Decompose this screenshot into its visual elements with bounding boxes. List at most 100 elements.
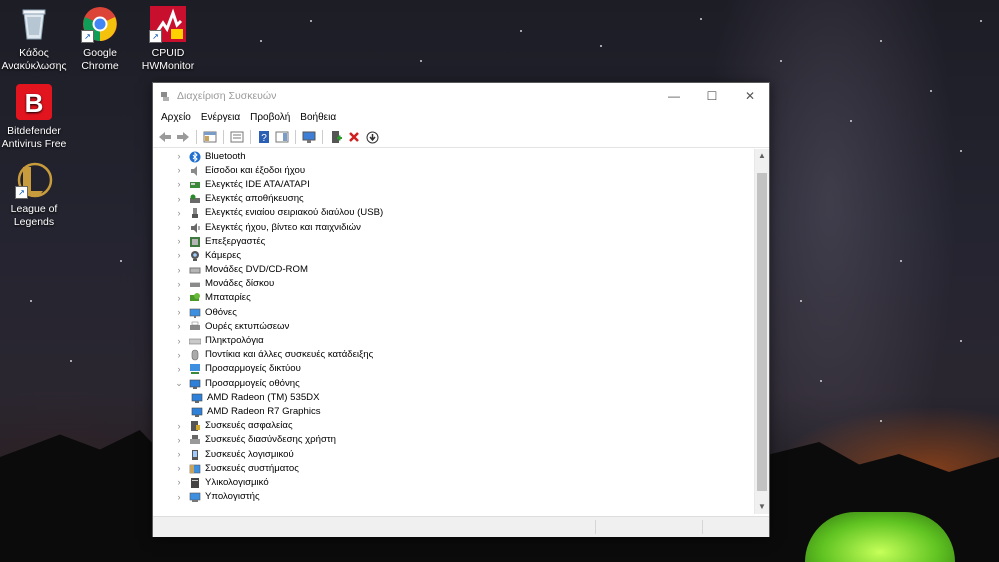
expand-chevron-icon[interactable]: › — [174, 293, 184, 303]
menu-action[interactable]: Ενέργεια — [196, 112, 245, 123]
back-icon[interactable] — [157, 129, 173, 145]
device-category[interactable]: › Μπαταρίες — [153, 291, 754, 305]
expand-chevron-icon[interactable]: › — [174, 208, 184, 218]
desktop-icon-hwmonitor[interactable]: ↗ CPUID HWMonitor — [130, 5, 206, 72]
expand-chevron-icon[interactable]: › — [174, 492, 184, 502]
window-title: Διαχείριση Συσκευών — [177, 90, 277, 102]
device-tree-label: Ελεγκτές αποθήκευσης — [205, 193, 304, 205]
device-category[interactable]: › Μονάδες DVD/CD-ROM — [153, 263, 754, 277]
star — [800, 300, 802, 302]
expand-chevron-icon[interactable]: › — [174, 194, 184, 204]
device-tree-label: Υπολογιστής — [205, 491, 260, 503]
close-button[interactable]: ✕ — [731, 83, 769, 109]
expand-chevron-icon[interactable]: › — [174, 336, 184, 346]
device-category[interactable]: › Συσκευές λογισμικού — [153, 447, 754, 461]
device-category[interactable]: › Ελεγκτές IDE ATA/ATAPI — [153, 177, 754, 191]
scrollbar-thumb[interactable] — [757, 173, 767, 491]
device-tree-item[interactable]: AMD Radeon (TM) 535DX — [153, 390, 754, 404]
display-adapter-icon — [191, 392, 203, 403]
device-manager-window[interactable]: Διαχείριση Συσκευών — ☐ ✕ Αρχείο Ενέργει… — [152, 82, 770, 537]
device-category[interactable]: › Κάμερες — [153, 248, 754, 262]
desktop-icon-bitdefender[interactable]: B Bitdefender Antivirus Free — [0, 83, 72, 150]
device-category[interactable]: › Οθόνες — [153, 305, 754, 319]
desktop-icon-chrome[interactable]: ↗ Google Chrome — [62, 5, 138, 72]
action-pane-icon[interactable] — [274, 129, 290, 145]
menu-view[interactable]: Προβολή — [245, 112, 295, 123]
device-tree-label: Ελεγκτές IDE ATA/ATAPI — [205, 178, 310, 190]
toolbar-separator — [295, 130, 296, 144]
menu-help[interactable]: Βοήθεια — [295, 112, 341, 123]
collapse-chevron-icon[interactable]: ⌄ — [174, 378, 184, 389]
device-tree-label: AMD Radeon (TM) 535DX — [207, 391, 320, 403]
menu-file[interactable]: Αρχείο — [156, 112, 196, 123]
device-category[interactable]: › Ελεγκτές ήχου, βίντεο και παιχνιδιών — [153, 220, 754, 234]
star — [900, 260, 902, 262]
expand-chevron-icon[interactable]: › — [174, 421, 184, 431]
scroll-down-arrow[interactable]: ▼ — [755, 500, 769, 514]
expand-chevron-icon[interactable]: › — [174, 279, 184, 289]
title-bar[interactable]: Διαχείριση Συσκευών — ☐ ✕ — [153, 83, 769, 109]
star — [310, 20, 312, 22]
expand-chevron-icon[interactable]: › — [174, 321, 184, 331]
star — [600, 45, 602, 47]
device-category[interactable]: › Ελεγκτές ενιαίου σειριακού διαύλου (USB… — [153, 206, 754, 220]
device-category[interactable]: › Είσοδοι και έξοδοι ήχου — [153, 163, 754, 177]
scroll-up-arrow[interactable]: ▲ — [755, 149, 769, 163]
properties-icon[interactable] — [229, 129, 245, 145]
device-category[interactable]: › Bluetooth — [153, 149, 754, 163]
expand-chevron-icon[interactable]: › — [174, 265, 184, 275]
maximize-button[interactable]: ☐ — [693, 83, 731, 109]
device-category[interactable]: › Υπολογιστής — [153, 490, 754, 504]
forward-icon[interactable] — [175, 129, 191, 145]
device-tree[interactable]: › Bluetooth › Είσοδοι και έξοδοι ήχου › Ελεγκ… — [153, 149, 754, 514]
device-category[interactable]: ⌄ Προσαρμογείς οθόνης — [153, 376, 754, 390]
expand-chevron-icon[interactable]: › — [174, 307, 184, 317]
expand-chevron-icon[interactable]: › — [174, 477, 184, 487]
network-adapter-icon — [189, 363, 201, 375]
svg-text:B: B — [25, 88, 44, 118]
device-category[interactable]: › Μονάδες δίσκου — [153, 277, 754, 291]
ide-controller-icon — [189, 179, 201, 190]
minimize-button[interactable]: — — [655, 83, 693, 109]
device-category[interactable]: › Προσαρμογείς δικτύου — [153, 362, 754, 376]
device-tree-label: Bluetooth — [205, 150, 246, 162]
hid-icon — [189, 434, 201, 445]
printer-icon — [189, 321, 201, 332]
scan-hardware-icon[interactable] — [301, 129, 317, 145]
hwmonitor-icon: ↗ — [149, 5, 187, 43]
device-category[interactable]: › Συσκευές ασφαλείας — [153, 419, 754, 433]
expand-chevron-icon[interactable]: › — [174, 236, 184, 246]
device-tree-item[interactable]: AMD Radeon R7 Graphics — [153, 404, 754, 418]
help-icon[interactable]: ? — [256, 129, 272, 145]
expand-chevron-icon[interactable]: › — [174, 179, 184, 189]
device-category[interactable]: › Ουρές εκτυπώσεων — [153, 319, 754, 333]
expand-chevron-icon[interactable]: › — [174, 165, 184, 175]
desktop-icon-league[interactable]: ↗ League of Legends — [0, 161, 72, 228]
device-category[interactable]: › Πληκτρολόγια — [153, 333, 754, 347]
uninstall-icon[interactable] — [346, 129, 362, 145]
device-tree-label: Ουρές εκτυπώσεων — [205, 320, 290, 332]
vertical-scrollbar[interactable]: ▲ ▼ — [754, 149, 769, 514]
toolbar-separator — [250, 130, 251, 144]
expand-chevron-icon[interactable]: › — [174, 350, 184, 360]
star — [70, 360, 72, 362]
expand-chevron-icon[interactable]: › — [174, 435, 184, 445]
star — [780, 60, 782, 62]
device-category[interactable]: › Συσκευές συστήματος — [153, 461, 754, 475]
expand-chevron-icon[interactable]: › — [174, 151, 184, 161]
expand-chevron-icon[interactable]: › — [174, 449, 184, 459]
device-category[interactable]: › Ελεγκτές αποθήκευσης — [153, 192, 754, 206]
device-category[interactable]: › Συσκευές διασύνδεσης χρήστη — [153, 433, 754, 447]
expand-chevron-icon[interactable]: › — [174, 222, 184, 232]
show-hide-console-tree-icon[interactable] — [202, 129, 218, 145]
expand-chevron-icon[interactable]: › — [174, 463, 184, 473]
star — [820, 380, 822, 382]
expand-chevron-icon[interactable]: › — [174, 250, 184, 260]
update-driver-icon[interactable] — [364, 129, 380, 145]
device-category[interactable]: › Επεξεργαστές — [153, 234, 754, 248]
expand-chevron-icon[interactable]: › — [174, 364, 184, 374]
device-category[interactable]: › Υλικολογισμικό — [153, 475, 754, 489]
add-driver-icon[interactable] — [328, 129, 344, 145]
device-category[interactable]: › Ποντίκια και άλλες συσκευές κατάδειξης — [153, 348, 754, 362]
chrome-icon: ↗ — [81, 5, 119, 43]
